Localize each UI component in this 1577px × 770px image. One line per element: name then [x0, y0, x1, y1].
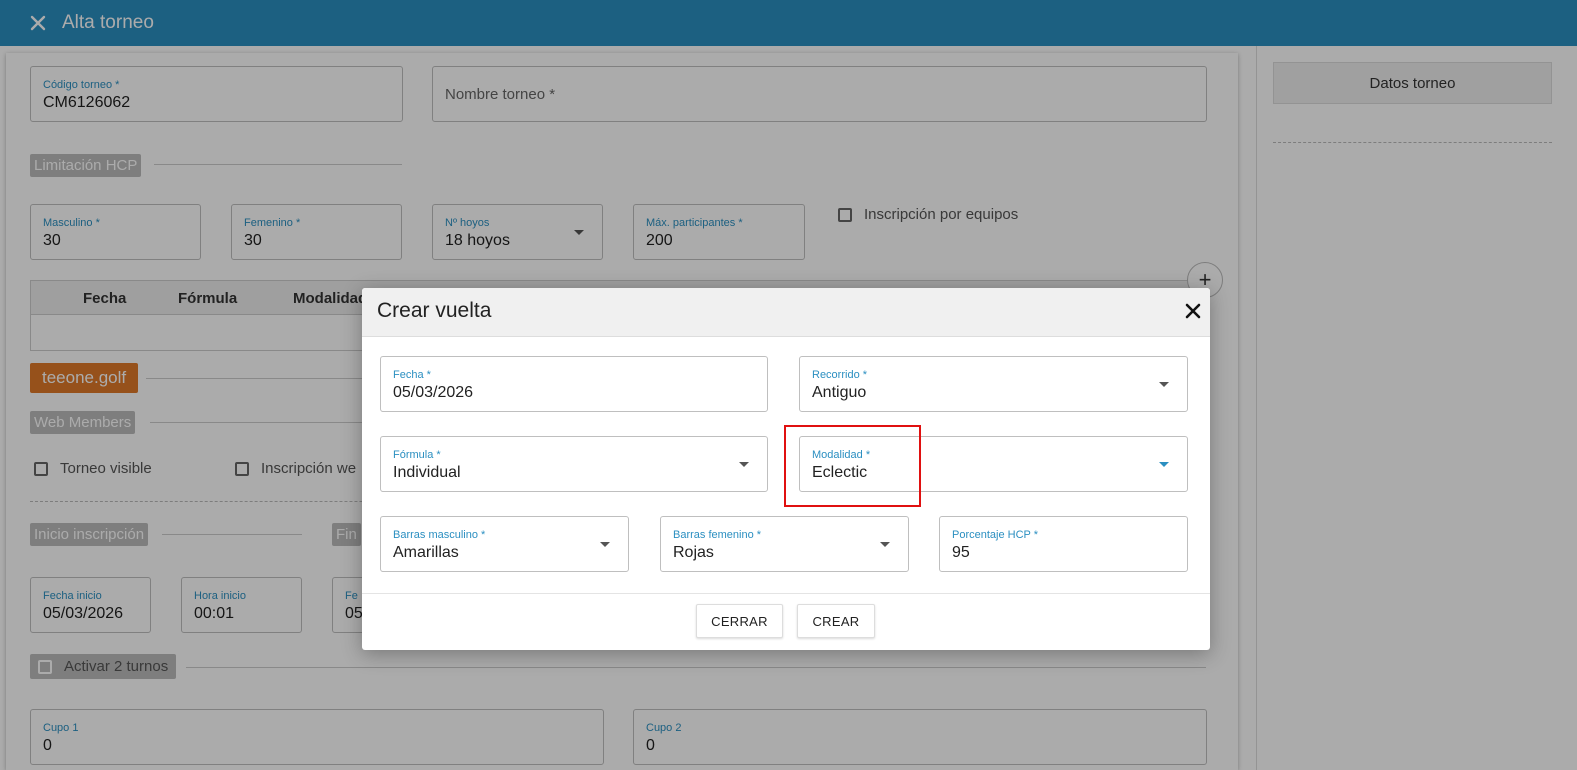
- dialog-footer-divider: [362, 593, 1210, 594]
- barras-femenino-select[interactable]: Barras femenino * Rojas: [660, 516, 909, 572]
- barras-femenino-label: Barras femenino *: [673, 529, 762, 541]
- highlight-box: [784, 425, 921, 507]
- fecha-label: Fecha *: [393, 369, 431, 381]
- fecha-field[interactable]: Fecha * 05/03/2026: [380, 356, 768, 412]
- formula-label: Fórmula *: [393, 449, 441, 461]
- formula-value: Individual: [393, 464, 461, 481]
- chevron-down-icon: [600, 542, 610, 547]
- recorrido-label: Recorrido *: [812, 369, 868, 381]
- chevron-down-icon: [1159, 462, 1169, 467]
- chevron-down-icon: [739, 462, 749, 467]
- recorrido-select[interactable]: Recorrido * Antiguo: [799, 356, 1188, 412]
- barras-masculino-value: Amarillas: [393, 544, 459, 561]
- barras-masculino-label: Barras masculino *: [393, 529, 486, 541]
- dialog-header: Crear vuelta: [362, 288, 1210, 337]
- crear-button[interactable]: CREAR: [797, 604, 875, 638]
- barras-masculino-select[interactable]: Barras masculino * Amarillas: [380, 516, 629, 572]
- porcentaje-hcp-value: 95: [952, 544, 970, 561]
- chevron-down-icon: [1159, 382, 1169, 387]
- recorrido-value: Antiguo: [812, 384, 867, 401]
- cerrar-button[interactable]: CERRAR: [696, 604, 783, 638]
- porcentaje-hcp-label: Porcentaje HCP *: [952, 529, 1039, 541]
- chevron-down-icon: [880, 542, 890, 547]
- formula-select[interactable]: Fórmula * Individual: [380, 436, 768, 492]
- fecha-value: 05/03/2026: [393, 384, 474, 401]
- close-icon[interactable]: [1184, 302, 1202, 320]
- barras-femenino-value: Rojas: [673, 544, 714, 561]
- dialog-title: Crear vuelta: [377, 299, 492, 322]
- porcentaje-hcp-field[interactable]: Porcentaje HCP * 95: [939, 516, 1188, 572]
